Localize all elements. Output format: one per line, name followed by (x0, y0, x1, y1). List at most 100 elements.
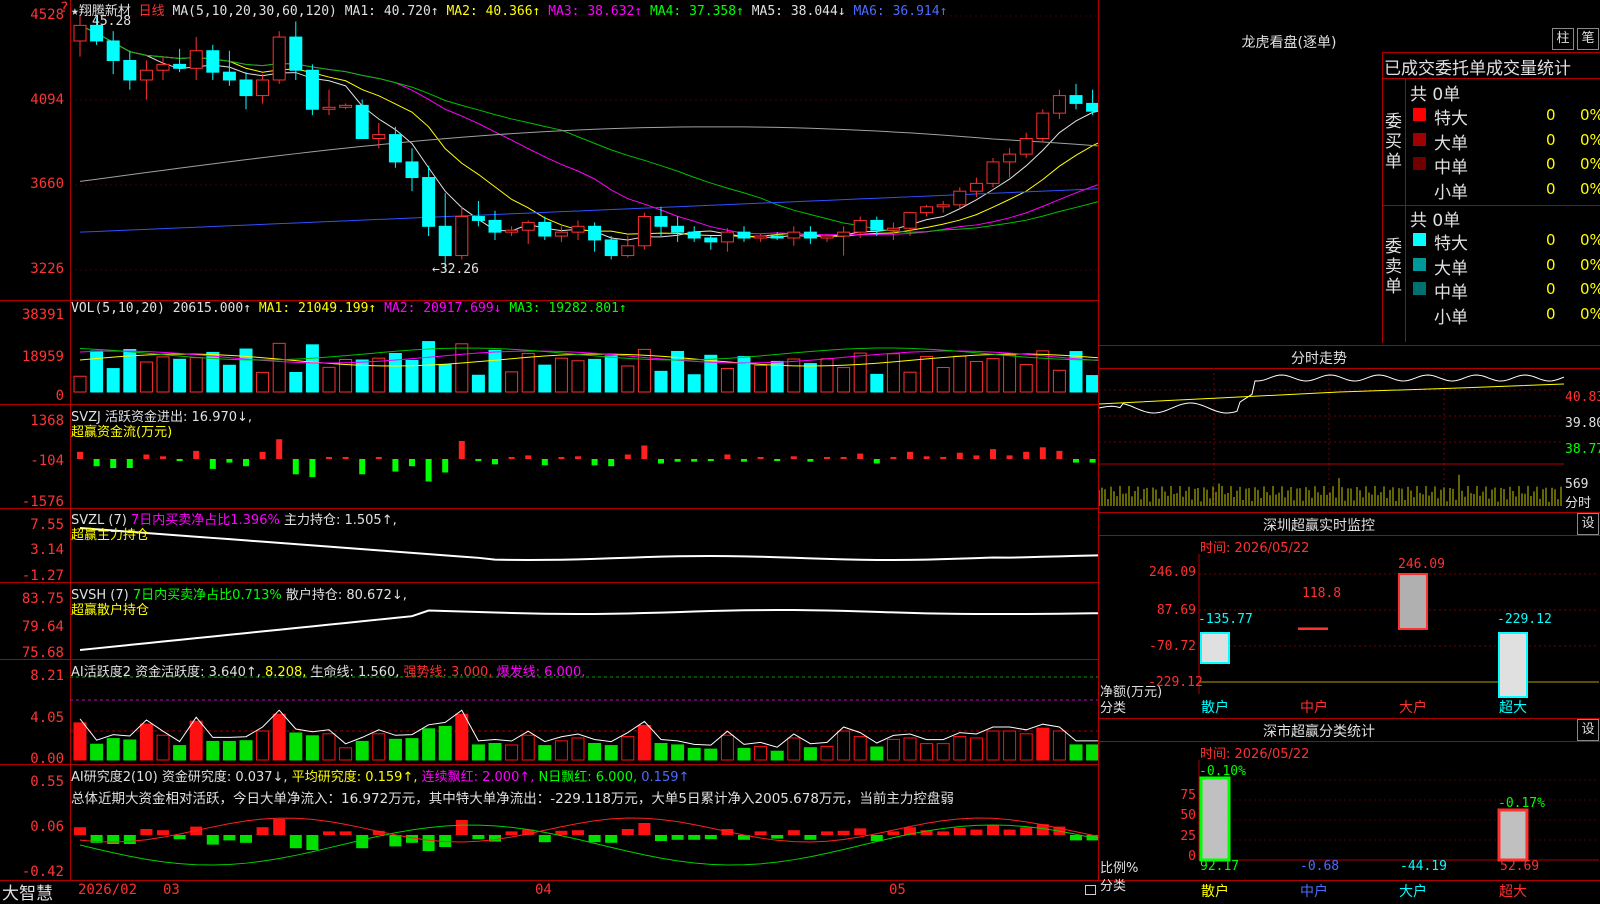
candle-body (654, 216, 668, 227)
svzj-bar (641, 445, 648, 459)
ai-research-bar (970, 829, 983, 835)
volume-bar (588, 358, 602, 393)
candle-body (372, 134, 386, 140)
ai-activity-bar (405, 738, 419, 761)
monitor-xlabel: 分类 (1100, 701, 1127, 716)
lhb-row-pct: 0% (1580, 179, 1600, 198)
classify-xlabel: 分类 (1100, 879, 1127, 894)
ai-research-bar (455, 820, 468, 835)
lhb-row: 中单 0 0% (1410, 153, 1600, 178)
svzj-bar (326, 457, 332, 459)
lhb-row-name: 大单 (1434, 133, 1468, 154)
candle-body (355, 104, 369, 140)
svzj-bar (93, 459, 100, 467)
volume-bar (1069, 351, 1083, 393)
svzj-bar (292, 459, 299, 475)
ai-research-bar (655, 835, 667, 841)
volume-bar (438, 363, 452, 393)
lhb-swatch (1413, 282, 1426, 295)
ai-research-bar (804, 835, 817, 840)
lock-icon[interactable] (1085, 885, 1096, 895)
monitor-cat: 大户 (1399, 700, 1427, 716)
bar-mode-button[interactable]: 柱 (1552, 28, 1574, 50)
lhb-row-name: 特大 (1434, 109, 1468, 129)
monitor-cat: 超大 (1499, 700, 1527, 716)
ai-activity-bar (1052, 730, 1066, 761)
monitor-value: 246.09 (1398, 557, 1445, 572)
ma-line (79, 24, 1098, 236)
lhb-tabs[interactable]: 已成交委托单成交量统计 (1384, 54, 1600, 79)
ai-activity-bar (488, 743, 502, 761)
svzj-bar (1056, 450, 1063, 459)
volume-bar (139, 361, 153, 393)
volume-bar (720, 367, 734, 393)
classify-ylabel: 比例% (1100, 861, 1139, 876)
monitor-value: 118.8 (1302, 586, 1342, 601)
ai-activity-bar (704, 748, 718, 761)
ai-research-line-green (79, 824, 1098, 866)
price-tick: 4528 (30, 7, 64, 23)
ai-research-bar (821, 831, 833, 835)
ai-activity-bar (1069, 744, 1083, 761)
lhb-row: 特大 0 0% (1410, 104, 1600, 129)
svzj-bar (691, 459, 698, 462)
svzj-bar (409, 459, 415, 467)
svzj-bar (425, 459, 432, 482)
classify-settings-button[interactable]: 设 (1577, 719, 1599, 741)
ai-activity-bar (372, 733, 386, 761)
candle-body (123, 59, 137, 81)
candle-body (173, 63, 187, 69)
svzl-tick: 7.55 (30, 517, 64, 533)
period-label[interactable]: 日线 (139, 4, 165, 19)
svsh-tick: 79.64 (21, 619, 64, 635)
svzj-bar (990, 449, 996, 459)
ai-activity-bar (737, 747, 751, 761)
candle-body (538, 221, 552, 237)
fenshi-chart[interactable] (1099, 368, 1600, 510)
volume-bar (770, 360, 784, 393)
svzj-bar (508, 457, 515, 459)
fenshi-tick: 38.77 (1565, 442, 1600, 457)
fenshi-vol-tick: 569 (1565, 477, 1589, 492)
ai-research-bar (987, 825, 999, 835)
ai-research-bar (771, 835, 784, 839)
volume-bar (256, 371, 270, 393)
svzj-bar (873, 459, 880, 464)
monitor-settings-button[interactable]: 设 (1577, 513, 1599, 535)
classify-bar (1497, 808, 1529, 862)
ai-research-bar (273, 819, 286, 835)
svzj-bar (824, 457, 830, 459)
candle-body (687, 231, 701, 239)
high-price-note: 45.28 (92, 14, 132, 29)
volume-bar (1086, 375, 1098, 393)
lhb-row-pct: 0% (1580, 231, 1600, 249)
svzj-bar (375, 457, 382, 459)
svzj-bar (724, 454, 731, 459)
candle-body (720, 231, 734, 243)
candle-body (73, 24, 87, 42)
svzl-tick: -1.27 (21, 568, 64, 584)
ai-activity-bar (654, 743, 668, 761)
candle-body (305, 69, 319, 110)
tick-mode-button[interactable]: 笔 (1577, 28, 1599, 50)
classify-cat: 中户 (1300, 884, 1328, 900)
svzj-bar (757, 457, 764, 459)
svzj-tick: -104 (30, 453, 64, 469)
lhb-swatch (1413, 182, 1426, 195)
classify-tick: 75 (1180, 788, 1196, 803)
ai-research-bar (638, 823, 651, 835)
candle-body (438, 225, 452, 257)
svzj-bar (525, 455, 532, 459)
svzj-bar (209, 459, 216, 469)
ai-activity-bar (388, 738, 402, 761)
ai-activity-bar (886, 738, 900, 761)
svzj-bar (591, 459, 598, 466)
buy-total: 共 0单 (1410, 85, 1461, 105)
ai-activity-bar (687, 747, 701, 761)
ai-research-bar (123, 835, 136, 844)
classify-tick: 0 (1188, 849, 1196, 864)
svzj-bar (1039, 447, 1046, 459)
volume-bar (554, 357, 568, 393)
volume-bar (571, 360, 585, 393)
date-label: 03 (163, 882, 180, 898)
